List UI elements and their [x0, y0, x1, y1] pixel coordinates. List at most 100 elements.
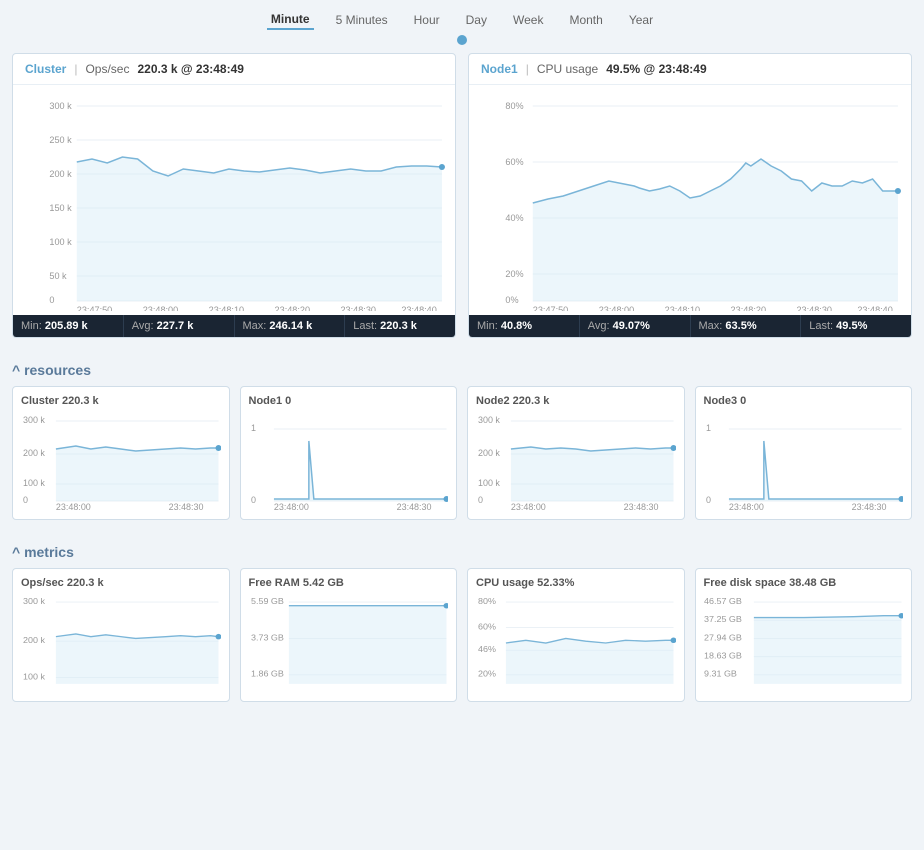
cluster-chart-svg: 300 k 250 k 200 k 150 k 100 k 50 k 0 — [21, 91, 447, 311]
svg-text:60%: 60% — [505, 157, 523, 167]
metric-freeram-title: Free RAM 5.42 GB — [249, 577, 449, 589]
svg-text:23:48:40: 23:48:40 — [857, 305, 892, 311]
node1-stat-max: Max: 63.5% — [691, 315, 802, 337]
time-nav-indicator — [0, 35, 924, 53]
metrics-section-header: ^ metrics — [0, 532, 924, 568]
resources-row: Cluster 220.3 k 300 k 200 k 100 k 0 23:4… — [0, 386, 924, 532]
time-nav-month[interactable]: Month — [565, 11, 606, 29]
svg-text:100 k: 100 k — [49, 237, 72, 247]
node1-stat-min: Min: 40.8% — [469, 315, 580, 337]
node1-chart-body: 80% 60% 40% 20% 0% 23:47:50 23:48:00 — [469, 85, 911, 315]
svg-text:1: 1 — [705, 423, 710, 433]
svg-text:46%: 46% — [478, 644, 496, 654]
svg-text:23:48:40: 23:48:40 — [401, 305, 436, 311]
metrics-row: Ops/sec 220.3 k 300 k 200 k 100 k Free R… — [0, 568, 924, 714]
cluster-stat-max: Max: 246.14 k — [235, 315, 346, 337]
svg-text:0: 0 — [705, 495, 710, 505]
resource-node2-svg: 300 k 200 k 100 k 0 23:48:00 23:48:30 — [476, 411, 676, 511]
resources-section-header: ^ resources — [0, 350, 924, 386]
time-nav-minute[interactable]: Minute — [267, 10, 314, 30]
svg-text:40%: 40% — [505, 213, 523, 223]
svg-text:0: 0 — [250, 495, 255, 505]
svg-text:23:48:10: 23:48:10 — [209, 305, 244, 311]
resource-node3: Node3 0 1 0 23:48:00 23:48:30 — [695, 386, 913, 520]
node1-chart-stats: Min: 40.8% Avg: 49.07% Max: 63.5% Last: … — [469, 315, 911, 337]
svg-text:23:48:20: 23:48:20 — [731, 305, 766, 311]
resource-cluster-title: Cluster 220.3 k — [21, 395, 221, 407]
svg-text:23:48:30: 23:48:30 — [851, 502, 886, 511]
svg-text:300 k: 300 k — [23, 415, 45, 425]
svg-text:23:48:10: 23:48:10 — [665, 305, 700, 311]
cluster-chart-body: 300 k 250 k 200 k 150 k 100 k 50 k 0 — [13, 85, 455, 315]
svg-text:0%: 0% — [505, 295, 518, 305]
resource-cluster: Cluster 220.3 k 300 k 200 k 100 k 0 23:4… — [12, 386, 230, 520]
svg-text:20%: 20% — [505, 269, 523, 279]
cluster-chart-box: Cluster | Ops/sec 220.3 k @ 23:48:49 300… — [12, 53, 456, 338]
svg-text:100 k: 100 k — [478, 478, 500, 488]
cluster-chart-metric: Ops/sec — [85, 62, 129, 76]
time-nav-5min[interactable]: 5 Minutes — [332, 11, 392, 29]
svg-text:150 k: 150 k — [49, 203, 72, 213]
resource-node2-title: Node2 220.3 k — [476, 395, 676, 407]
svg-text:200 k: 200 k — [23, 448, 45, 458]
node1-chart-metric: CPU usage — [537, 62, 598, 76]
metric-opssec-title: Ops/sec 220.3 k — [21, 577, 221, 589]
svg-text:0: 0 — [478, 495, 483, 505]
metric-freeram-svg: 5.59 GB 3.73 GB 1.86 GB — [249, 593, 449, 693]
svg-text:50 k: 50 k — [49, 271, 67, 281]
metric-diskspace-title: Free disk space 38.48 GB — [704, 577, 904, 589]
time-nav-year[interactable]: Year — [625, 11, 657, 29]
time-nav-hour[interactable]: Hour — [410, 11, 444, 29]
svg-text:250 k: 250 k — [49, 135, 72, 145]
time-navigation: Minute 5 Minutes Hour Day Week Month Yea… — [0, 0, 924, 35]
svg-text:23:47:50: 23:47:50 — [533, 305, 568, 311]
svg-text:23:48:00: 23:48:00 — [56, 502, 91, 511]
node1-chart-value: 49.5% @ 23:48:49 — [606, 62, 706, 76]
svg-text:200 k: 200 k — [478, 448, 500, 458]
svg-text:100 k: 100 k — [23, 478, 45, 488]
svg-text:23:48:20: 23:48:20 — [275, 305, 310, 311]
svg-text:5.59 GB: 5.59 GB — [250, 596, 283, 606]
svg-text:300 k: 300 k — [49, 101, 72, 111]
svg-text:200 k: 200 k — [49, 169, 72, 179]
node1-chart-title: Node1 — [481, 62, 518, 76]
svg-text:18.63 GB: 18.63 GB — [704, 651, 742, 661]
svg-text:23:48:00: 23:48:00 — [143, 305, 178, 311]
node1-stat-avg: Avg: 49.07% — [580, 315, 691, 337]
svg-text:46.57 GB: 46.57 GB — [704, 596, 742, 606]
svg-text:0: 0 — [49, 295, 54, 305]
svg-text:23:48:00: 23:48:00 — [273, 502, 308, 511]
svg-text:23:48:30: 23:48:30 — [624, 502, 659, 511]
resource-node3-title: Node3 0 — [704, 395, 904, 407]
node1-stat-last: Last: 49.5% — [801, 315, 911, 337]
resource-node3-svg: 1 0 23:48:00 23:48:30 — [704, 411, 904, 511]
resource-node1: Node1 0 1 0 23:48:00 23:48:30 — [240, 386, 458, 520]
svg-text:9.31 GB: 9.31 GB — [704, 669, 737, 679]
metric-cpuusage-svg: 80% 60% 46% 20% — [476, 593, 676, 693]
svg-text:23:48:30: 23:48:30 — [396, 502, 431, 511]
metric-opssec-svg: 300 k 200 k 100 k — [21, 593, 221, 693]
cluster-chart-title: Cluster — [25, 62, 66, 76]
metric-opssec: Ops/sec 220.3 k 300 k 200 k 100 k — [12, 568, 230, 702]
time-nav-week[interactable]: Week — [509, 11, 547, 29]
resource-node2: Node2 220.3 k 300 k 200 k 100 k 0 23:48:… — [467, 386, 685, 520]
svg-text:23:47:50: 23:47:50 — [77, 305, 112, 311]
svg-text:80%: 80% — [505, 101, 523, 111]
cluster-chart-stats: Min: 205.89 k Avg: 227.7 k Max: 246.14 k… — [13, 315, 455, 337]
svg-text:23:48:00: 23:48:00 — [728, 502, 763, 511]
svg-text:1: 1 — [250, 423, 255, 433]
cluster-chart-value: 220.3 k @ 23:48:49 — [137, 62, 243, 76]
main-charts-row: Cluster | Ops/sec 220.3 k @ 23:48:49 300… — [0, 53, 924, 350]
time-nav-day[interactable]: Day — [462, 11, 491, 29]
node1-chart-svg: 80% 60% 40% 20% 0% 23:47:50 23:48:00 — [477, 91, 903, 311]
resource-node1-title: Node1 0 — [249, 395, 449, 407]
svg-text:37.25 GB: 37.25 GB — [704, 614, 742, 624]
svg-text:23:48:00: 23:48:00 — [511, 502, 546, 511]
svg-text:100 k: 100 k — [23, 672, 46, 682]
metric-freeram: Free RAM 5.42 GB 5.59 GB 3.73 GB 1.86 GB — [240, 568, 458, 702]
svg-text:300 k: 300 k — [23, 596, 46, 606]
node1-chart-box: Node1 | CPU usage 49.5% @ 23:48:49 80% 6… — [468, 53, 912, 338]
active-indicator-dot — [457, 35, 467, 45]
cluster-stat-avg: Avg: 227.7 k — [124, 315, 235, 337]
svg-text:20%: 20% — [478, 669, 496, 679]
